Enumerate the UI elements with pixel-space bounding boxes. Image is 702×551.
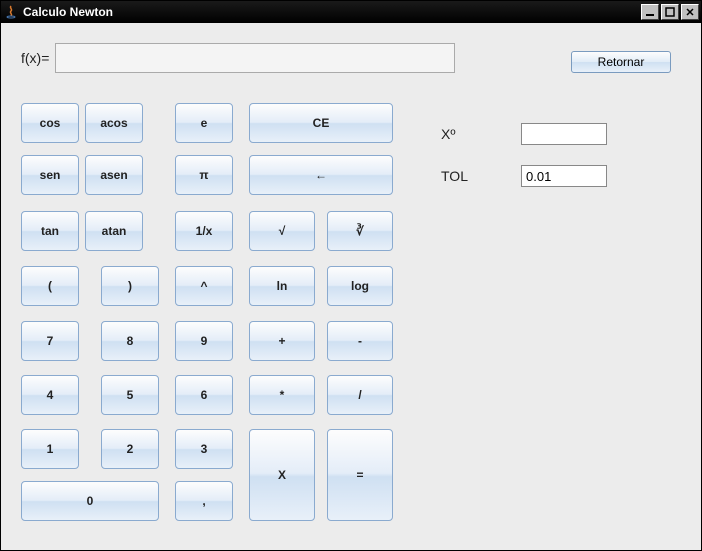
backspace-button[interactable]: ← <box>249 155 393 195</box>
tan-button[interactable]: tan <box>21 211 79 251</box>
comma-button[interactable]: , <box>175 481 233 521</box>
tol-input[interactable] <box>521 165 607 187</box>
maximize-button[interactable] <box>661 4 679 20</box>
e-button[interactable]: e <box>175 103 233 143</box>
asen-button[interactable]: asen <box>85 155 143 195</box>
multiply-button[interactable]: * <box>249 375 315 415</box>
log-button[interactable]: log <box>327 266 393 306</box>
content-area: f(x)= Retornar Xº TOL cos acos e CE sen … <box>1 23 701 550</box>
window-title: Calculo Newton <box>23 5 113 19</box>
minus-button[interactable]: - <box>327 321 393 361</box>
x0-label: Xº <box>441 126 521 142</box>
digit-8-button[interactable]: 8 <box>101 321 159 361</box>
cbrt-button[interactable]: ∛ <box>327 211 393 251</box>
x0-input[interactable] <box>521 123 607 145</box>
var-x-button[interactable]: X <box>249 429 315 521</box>
sen-button[interactable]: sen <box>21 155 79 195</box>
cos-button[interactable]: cos <box>21 103 79 143</box>
digit-2-button[interactable]: 2 <box>101 429 159 469</box>
digit-1-button[interactable]: 1 <box>21 429 79 469</box>
digit-6-button[interactable]: 6 <box>175 375 233 415</box>
rparen-button[interactable]: ) <box>101 266 159 306</box>
digit-3-button[interactable]: 3 <box>175 429 233 469</box>
retornar-button[interactable]: Retornar <box>571 51 671 73</box>
ce-button[interactable]: CE <box>249 103 393 143</box>
java-icon <box>3 4 19 20</box>
close-button[interactable] <box>681 4 699 20</box>
digit-0-button[interactable]: 0 <box>21 481 159 521</box>
lparen-button[interactable]: ( <box>21 266 79 306</box>
digit-7-button[interactable]: 7 <box>21 321 79 361</box>
plus-button[interactable]: + <box>249 321 315 361</box>
acos-button[interactable]: acos <box>85 103 143 143</box>
ln-button[interactable]: ln <box>249 266 315 306</box>
sqrt-button[interactable]: √ <box>249 211 315 251</box>
titlebar: Calculo Newton <box>1 1 701 23</box>
digit-9-button[interactable]: 9 <box>175 321 233 361</box>
fx-input[interactable] <box>55 43 455 73</box>
digit-5-button[interactable]: 5 <box>101 375 159 415</box>
fx-label: f(x)= <box>21 50 49 66</box>
equals-button[interactable]: = <box>327 429 393 521</box>
power-button[interactable]: ^ <box>175 266 233 306</box>
digit-4-button[interactable]: 4 <box>21 375 79 415</box>
reciprocal-button[interactable]: 1/x <box>175 211 233 251</box>
minimize-button[interactable] <box>641 4 659 20</box>
divide-button[interactable]: / <box>327 375 393 415</box>
atan-button[interactable]: atan <box>85 211 143 251</box>
pi-button[interactable]: π <box>175 155 233 195</box>
tol-label: TOL <box>441 168 521 184</box>
